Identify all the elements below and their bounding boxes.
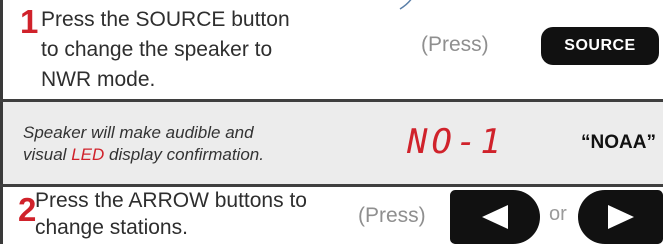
step-1-row: 1 Press the SOURCE button to change the … xyxy=(3,0,663,100)
step-1-line-3: NWR mode. xyxy=(41,68,156,91)
confirmation-line-2b: display confirmation. xyxy=(104,145,264,164)
step-2-text-b: buttons to xyxy=(208,189,307,212)
step-2-line-2: change stations. xyxy=(35,216,188,239)
step-1-press-label: (Press) xyxy=(421,33,489,56)
step-2-row: 2 Press the ARROW buttons to change stat… xyxy=(3,187,663,244)
led-word: LED xyxy=(71,145,105,164)
step-2-text: Press the ARROW buttons to change statio… xyxy=(35,187,307,241)
instruction-panel: 1 Press the SOURCE button to change the … xyxy=(0,0,663,244)
right-arrow-button[interactable] xyxy=(578,190,663,244)
step-1-text-a: Press the xyxy=(41,8,136,31)
step-1-number: 1 xyxy=(20,3,39,40)
arrow-left-icon xyxy=(482,205,508,229)
confirmation-row: Speaker will make audible and visual LED… xyxy=(3,102,663,184)
step-2-press-label: (Press) xyxy=(358,204,426,227)
step-1-text: Press the SOURCE button to change the sp… xyxy=(41,5,290,95)
step-1-source-word: SOURCE xyxy=(135,8,226,31)
step-2-text-a: Press the xyxy=(35,189,129,212)
step-2-arrow-word: ARROW xyxy=(128,189,209,212)
noaa-announcement: “NOAA” xyxy=(581,132,656,153)
confirmation-line-1: Speaker will make audible and xyxy=(23,123,254,142)
source-button[interactable]: SOURCE xyxy=(541,27,659,65)
lcd-display: NO-1 xyxy=(407,122,505,162)
arrow-right-icon xyxy=(607,205,634,229)
confirmation-text: Speaker will make audible and visual LED… xyxy=(23,122,264,166)
step-1-text-b: button xyxy=(225,8,290,31)
decorative-stroke-icon xyxy=(399,0,412,10)
confirmation-line-2a: visual xyxy=(23,145,72,164)
step-2-number: 2 xyxy=(18,191,37,228)
left-arrow-button[interactable] xyxy=(450,190,540,244)
step-1-line-2: to change the speaker to xyxy=(41,38,273,61)
or-label: or xyxy=(549,203,567,225)
